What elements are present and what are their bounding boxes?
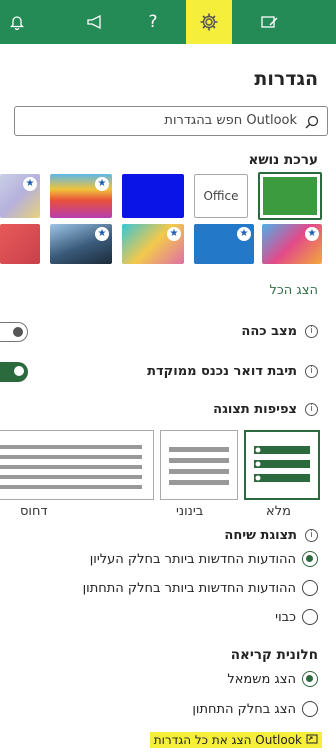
theme-thumb-rainbow[interactable]: ★ xyxy=(50,174,112,218)
radio-button[interactable] xyxy=(302,580,318,596)
radio-label: הצג משמאל xyxy=(227,671,296,687)
search-icon xyxy=(305,114,319,133)
conversation-view-label: תצוגת שיחה xyxy=(224,528,297,543)
bell-icon[interactable] xyxy=(0,0,34,44)
density-medium-illustration xyxy=(169,447,229,485)
show-all-themes-link[interactable]: הצג הכל xyxy=(270,283,318,298)
focused-inbox-row: תיבת דואר נכנס ממוקדת i xyxy=(147,364,318,379)
radio-label: הצג בחלק התחתון xyxy=(192,701,296,717)
open-settings-icon xyxy=(306,733,318,747)
reading-pane-option-bottom[interactable]: הצג בחלק התחתון xyxy=(192,698,318,720)
footer-link-text: הצג את כל הגדרות Outlook xyxy=(153,733,302,747)
radio-button-selected[interactable] xyxy=(302,551,318,567)
density-label-compact: דחוס xyxy=(20,504,48,519)
radio-label: כבוי xyxy=(275,609,296,625)
radio-label: ההודעות החדשות ביותר בחלק התחתון xyxy=(82,580,296,596)
reading-pane-heading: חלונית קריאה xyxy=(230,647,318,663)
theme-thumb-landscape[interactable]: ★ xyxy=(50,224,112,264)
info-icon[interactable]: i xyxy=(305,365,318,378)
dark-mode-toggle[interactable] xyxy=(0,322,28,342)
density-label-medium: בינוני xyxy=(176,504,204,519)
whats-new-icon[interactable] xyxy=(250,0,290,44)
density-compact-illustration xyxy=(0,445,142,489)
conversation-option-newest-top[interactable]: ההודעות החדשות ביותר בחלק העליון xyxy=(90,548,318,570)
premium-star-icon: ★ xyxy=(95,227,109,241)
density-label: צפיפות תצוגה xyxy=(213,402,297,417)
radio-label: ההודעות החדשות ביותר בחלק העליון xyxy=(89,551,296,567)
conversation-option-newest-bottom[interactable]: ההודעות החדשות ביותר בחלק התחתון xyxy=(83,577,318,599)
theme-thumb-red[interactable] xyxy=(0,224,40,264)
radio-button-selected[interactable] xyxy=(302,671,318,687)
density-full-illustration xyxy=(254,446,310,482)
density-row: צפיפות תצוגה i xyxy=(213,402,318,417)
reading-pane-option-left[interactable]: הצג משמאל xyxy=(227,668,318,690)
radio-button[interactable] xyxy=(302,701,318,717)
radio-button[interactable] xyxy=(302,609,318,625)
dark-mode-row: מצב כהה i xyxy=(241,324,318,339)
info-icon[interactable]: i xyxy=(305,403,318,416)
density-option-medium[interactable] xyxy=(160,430,238,500)
conversation-option-off[interactable]: כבוי xyxy=(275,606,318,628)
search-placeholder: חפש בהגדרות Outlook xyxy=(164,113,297,128)
settings-search-box[interactable]: חפש בהגדרות Outlook xyxy=(14,106,328,136)
focused-inbox-toggle[interactable] xyxy=(0,362,28,382)
conversation-view-row: תצוגת שיחה i xyxy=(224,528,318,543)
dark-mode-label: מצב כהה xyxy=(241,324,297,339)
megaphone-icon[interactable] xyxy=(78,0,112,44)
premium-star-icon: ★ xyxy=(23,177,37,191)
theme-heading: ערכת נושא xyxy=(248,152,318,168)
premium-star-icon: ★ xyxy=(237,227,251,241)
focused-inbox-label: תיבת דואר נכנס ממוקדת xyxy=(147,364,297,379)
theme-thumb-green-selected[interactable] xyxy=(258,172,322,220)
premium-star-icon: ★ xyxy=(305,227,319,241)
theme-thumb-blue[interactable] xyxy=(122,174,184,218)
theme-thumb-blue-pattern[interactable]: ★ xyxy=(194,224,254,264)
info-icon[interactable]: i xyxy=(305,529,318,542)
theme-thumb-pattern[interactable]: ★ xyxy=(122,224,184,264)
theme-thumb-office[interactable]: Office xyxy=(194,174,248,218)
premium-star-icon: ★ xyxy=(95,177,109,191)
info-icon[interactable]: i xyxy=(305,325,318,338)
density-label-full: מלא xyxy=(266,504,291,519)
settings-gear-icon[interactable] xyxy=(186,0,232,44)
theme-thumb-illustration[interactable]: ★ xyxy=(262,224,322,264)
page-title: הגדרות xyxy=(254,68,318,90)
view-all-settings-link[interactable]: הצג את כל הגדרות Outlook xyxy=(149,732,322,748)
top-toolbar: ? xyxy=(0,0,336,44)
premium-star-icon: ★ xyxy=(167,227,181,241)
density-option-full[interactable] xyxy=(244,430,320,500)
density-option-compact[interactable] xyxy=(0,430,154,500)
theme-thumb-abstract[interactable]: ★ xyxy=(0,174,40,218)
help-icon[interactable]: ? xyxy=(138,0,168,44)
